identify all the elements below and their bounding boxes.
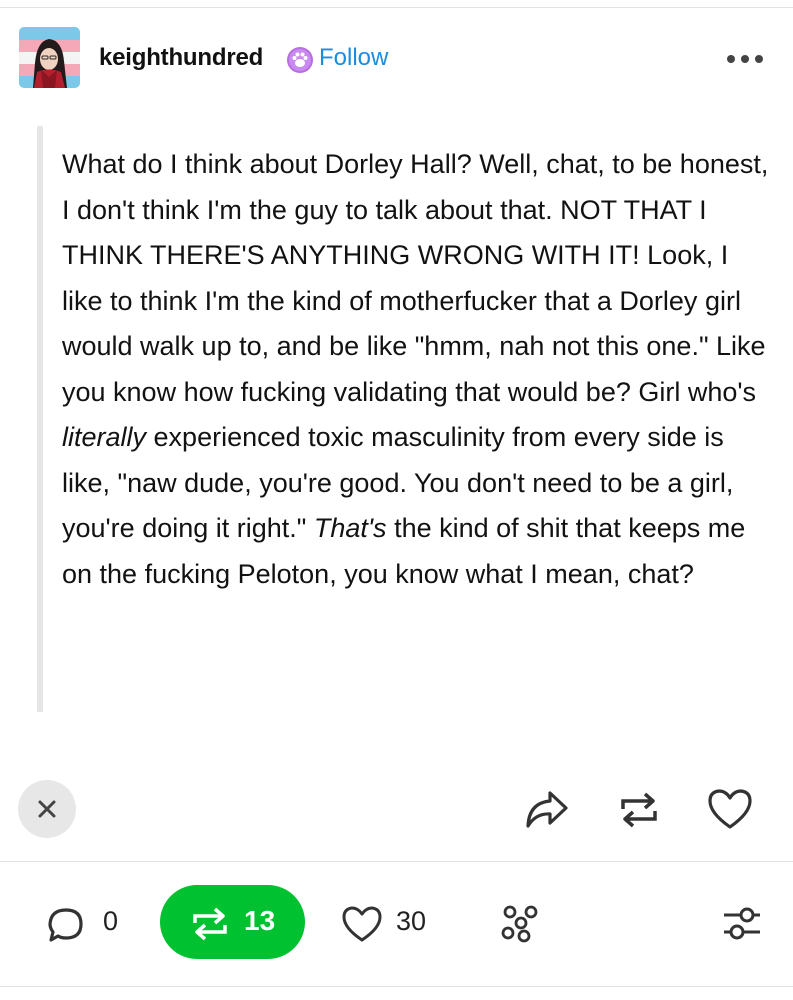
reblog-icon — [193, 907, 227, 941]
reblogs-count: 13 — [244, 905, 276, 936]
heart-icon[interactable] — [706, 787, 754, 836]
reblogs-button[interactable]: 13 — [160, 885, 305, 959]
more-options-icon[interactable] — [725, 52, 765, 66]
replies-count: 0 — [103, 906, 119, 936]
likes-count: 30 — [396, 906, 427, 936]
reply-icon[interactable] — [46, 905, 86, 950]
body-text: What do I think about Dorley Hall? Well,… — [62, 149, 769, 407]
close-icon — [38, 800, 56, 818]
avatar[interactable] — [19, 27, 80, 88]
dismiss-button[interactable] — [18, 780, 76, 838]
community-icon[interactable] — [500, 903, 542, 948]
body-emphasis: literally — [62, 422, 147, 452]
sliders-icon[interactable] — [722, 905, 762, 948]
follow-button[interactable]: Follow — [319, 44, 388, 72]
share-icon[interactable] — [524, 788, 570, 837]
reblog-icon[interactable] — [617, 789, 661, 836]
post-paragraph: What do I think about Dorley Hall? Well,… — [62, 142, 772, 597]
notes-bar: 0 13 30 — [0, 883, 793, 963]
actions-divider — [0, 861, 793, 862]
quote-bar — [37, 126, 43, 712]
post-header: keighthundred Follow — [0, 26, 793, 90]
likes-heart-icon[interactable] — [341, 905, 383, 948]
paw-badge-icon — [286, 46, 314, 74]
author-username[interactable]: keighthundred — [99, 44, 263, 72]
body-emphasis: That's — [313, 513, 387, 543]
top-divider — [0, 7, 793, 8]
post-body: What do I think about Dorley Hall? Well,… — [62, 142, 772, 597]
bottom-divider — [0, 986, 793, 987]
